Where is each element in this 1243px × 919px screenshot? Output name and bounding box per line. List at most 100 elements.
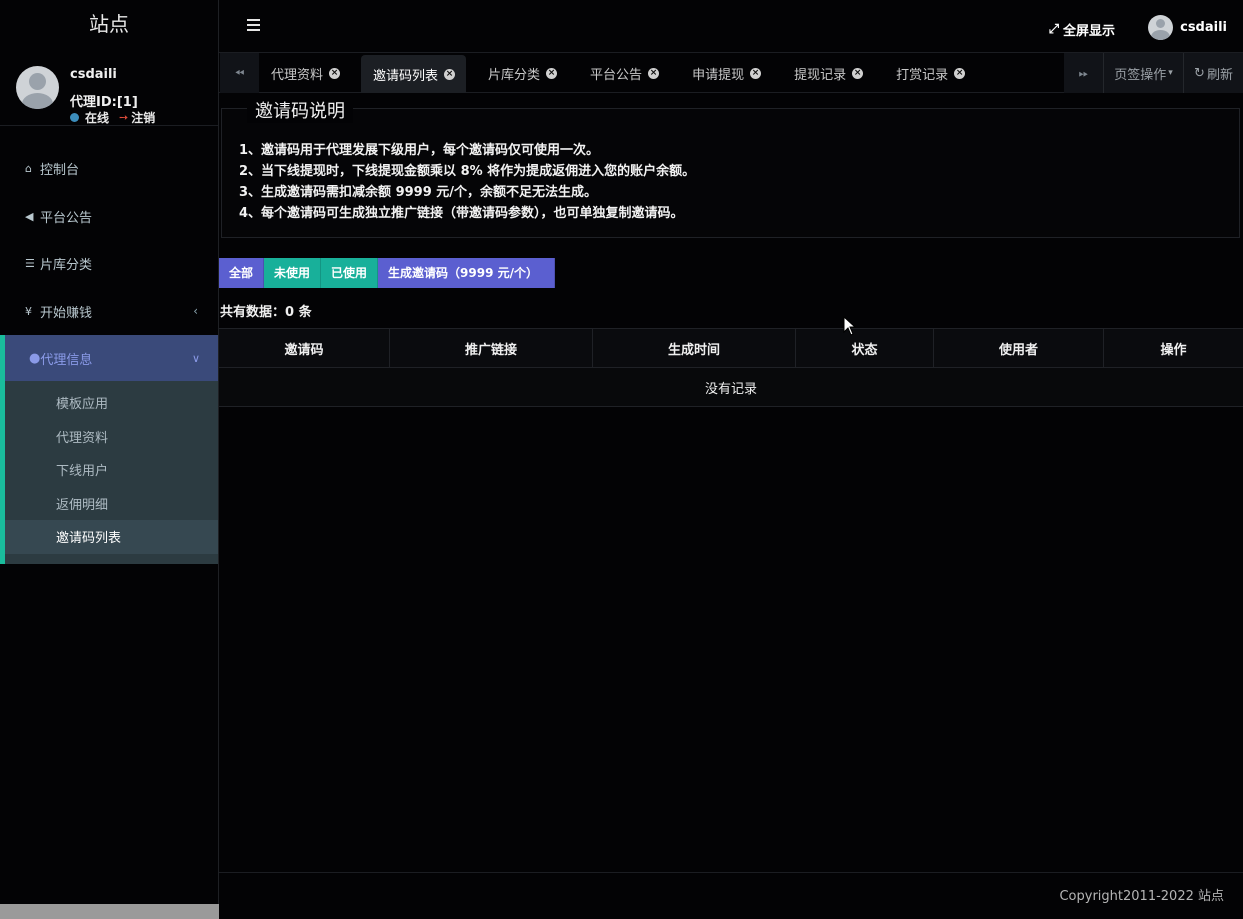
tab-label: 打赏记录 xyxy=(896,67,949,83)
list-icon: ☰ xyxy=(25,257,35,271)
sidebar-item-announcements[interactable]: ◀ 平台公告 xyxy=(0,193,218,241)
header-username[interactable]: csdaili xyxy=(1180,20,1227,35)
tab-agent-profile[interactable]: 代理资料 × xyxy=(259,53,351,93)
online-label[interactable]: 在线 xyxy=(85,109,109,126)
double-chevron-right-icon: ⏩︎ xyxy=(1078,65,1089,80)
tab-label: 平台公告 xyxy=(590,67,643,83)
fullscreen-label: 全屏显示 xyxy=(1062,24,1115,39)
sidebar-item-label: 控制台 xyxy=(40,163,80,179)
double-chevron-left-icon: ⏪︎ xyxy=(234,65,245,80)
top-header: ⤢ 全屏显示 csdaili xyxy=(219,0,1243,52)
tab-withdraw-records[interactable]: 提现记录 × xyxy=(782,53,874,93)
tab-invite-codes[interactable]: 邀请码列表 × xyxy=(361,55,467,93)
chevron-left-icon: ‹ xyxy=(193,304,198,319)
sidebar-item-earn[interactable]: ¥ 开始赚钱 ‹ xyxy=(0,288,218,336)
record-count: 共有数据：0 条 xyxy=(220,305,312,320)
yen-icon: ¥ xyxy=(25,304,32,318)
refresh-label: 刷新 xyxy=(1206,67,1233,83)
column-header-link[interactable]: 推广链接 xyxy=(390,329,593,367)
sidebar-item-downline-users[interactable]: 下线用户 xyxy=(5,453,218,487)
fullscreen-button[interactable]: ⤢ 全屏显示 xyxy=(1049,20,1115,39)
sidebar-item-label: 开始赚钱 xyxy=(40,305,93,321)
sidebar-item-dashboard[interactable]: ⌂ 控制台 xyxy=(0,145,218,193)
tab-label: 申请提现 xyxy=(692,67,745,83)
close-icon[interactable]: × xyxy=(329,67,341,79)
info-line: 1、邀请码用于代理发展下级用户，每个邀请码仅可使用一次。 xyxy=(239,143,600,158)
tab-label: 片库分类 xyxy=(488,67,541,83)
sidebar-item-agent-info[interactable]: ● 代理信息 ∨ xyxy=(5,335,218,381)
main-content: 邀请码说明 1、邀请码用于代理发展下级用户，每个邀请码仅可使用一次。 2、当下线… xyxy=(219,93,1243,872)
sidebar-item-templates[interactable]: 模板应用 xyxy=(5,386,218,420)
close-icon[interactable]: × xyxy=(954,67,966,79)
logout-icon[interactable]: ➙ xyxy=(119,111,128,124)
close-icon[interactable]: × xyxy=(648,67,660,79)
chevron-down-icon: ∨ xyxy=(191,351,200,365)
refresh-icon: ↻ xyxy=(1194,65,1205,81)
generate-invite-code-button[interactable]: 生成邀请码（9999 元/个） xyxy=(378,258,556,288)
empty-row: 没有记录 xyxy=(219,368,1243,407)
column-header-status[interactable]: 状态 xyxy=(796,329,934,367)
close-icon[interactable]: × xyxy=(750,67,762,79)
column-header-code[interactable]: 邀请码 xyxy=(219,329,390,367)
close-icon[interactable]: × xyxy=(852,67,864,79)
sidebar-nav: ⌂ 控制台 ◀ 平台公告 ☰ 片库分类 ¥ 开始赚钱 ‹ ● 代理信息 ∨ 模板… xyxy=(0,145,218,564)
column-header-actions[interactable]: 操作 xyxy=(1104,329,1243,367)
info-line: 4、每个邀请码可生成独立推广链接（带邀请码参数），也可单独复制邀请码。 xyxy=(239,206,684,221)
tab-announcements[interactable]: 平台公告 × xyxy=(578,53,670,93)
home-icon: ⌂ xyxy=(25,162,32,176)
tabs: 代理资料 × 邀请码列表 × 片库分类 × 平台公告 × 申请提现 × 提现记录… xyxy=(259,53,986,93)
filter-unused-button[interactable]: 未使用 xyxy=(264,258,322,288)
sidebar-item-categories[interactable]: ☰ 片库分类 xyxy=(0,240,218,288)
avatar xyxy=(16,66,59,109)
sidebar-group-agent: ● 代理信息 ∨ 模板应用 代理资料 下线用户 返佣明细 邀请码列表 xyxy=(0,335,218,564)
sidebar-item-commission-details[interactable]: 返佣明细 xyxy=(5,487,218,521)
filter-used-button[interactable]: 已使用 xyxy=(321,258,379,288)
user-id: 代理ID:[1] xyxy=(70,95,138,110)
info-lines: 1、邀请码用于代理发展下级用户，每个邀请码仅可使用一次。 2、当下线提现时，下线… xyxy=(239,140,695,224)
sidebar-item-invite-codes[interactable]: 邀请码列表 xyxy=(5,520,218,554)
invite-info-box: 邀请码说明 1、邀请码用于代理发展下级用户，每个邀请码仅可使用一次。 2、当下线… xyxy=(221,97,1240,238)
refresh-button[interactable]: ↻ 刷新 xyxy=(1183,53,1243,93)
caret-down-icon: ▾ xyxy=(1168,68,1173,78)
online-dot-icon xyxy=(70,113,79,122)
filter-bar: 全部 未使用 已使用 生成邀请码（9999 元/个） xyxy=(219,258,556,288)
logout-link[interactable]: 注销 xyxy=(131,109,155,126)
tab-scroll-right-button[interactable]: ⏩︎ xyxy=(1064,53,1103,93)
user-name: csdaili xyxy=(70,67,117,82)
info-line: 2、当下线提现时，下线提现金额乘以 8% 将作为提成返佣进入您的账户余额。 xyxy=(239,164,696,179)
table-header: 邀请码 推广链接 生成时间 状态 使用者 操作 xyxy=(219,328,1243,368)
sidebar-item-label: 代理信息 xyxy=(40,352,93,368)
close-icon[interactable]: × xyxy=(546,67,558,79)
header-avatar[interactable] xyxy=(1148,15,1173,40)
menu-toggle-icon[interactable] xyxy=(247,19,260,34)
sidebar-submenu: 模板应用 代理资料 下线用户 返佣明细 邀请码列表 xyxy=(5,381,218,564)
tab-withdraw-request[interactable]: 申请提现 × xyxy=(680,53,772,93)
tab-tip-records[interactable]: 打赏记录 × xyxy=(884,53,976,93)
user-panel: csdaili 代理ID:[1] 在线 ➙ 注销 xyxy=(16,66,218,126)
site-title[interactable]: 站点 xyxy=(0,0,218,48)
info-title: 邀请码说明 xyxy=(247,97,353,123)
tab-label: 提现记录 xyxy=(794,67,847,83)
column-header-user[interactable]: 使用者 xyxy=(934,329,1104,367)
tab-scroll-left-button[interactable]: ⏪︎ xyxy=(220,53,259,93)
tab-bar: ⏪︎ 代理资料 × 邀请码列表 × 片库分类 × 平台公告 × 申请提现 × 提… xyxy=(219,52,1243,93)
sidebar: 站点 csdaili 代理ID:[1] 在线 ➙ 注销 ⌂ 控制台 ◀ 平台公告… xyxy=(0,0,219,919)
user-icon: ● xyxy=(29,350,41,366)
tab-ops-label: 页签操作 xyxy=(1114,67,1167,83)
user-status: 在线 ➙ 注销 xyxy=(70,109,155,126)
info-line: 3、生成邀请码需扣减余额 9999 元/个，余额不足无法生成。 xyxy=(239,185,598,200)
tab-label: 邀请码列表 xyxy=(373,68,439,84)
column-header-created[interactable]: 生成时间 xyxy=(593,329,796,367)
sidebar-item-agent-profile[interactable]: 代理资料 xyxy=(5,420,218,454)
tab-categories[interactable]: 片库分类 × xyxy=(476,53,568,93)
copyright: Copyright2011-2022 站点 xyxy=(1059,889,1224,904)
bullhorn-icon: ◀ xyxy=(25,209,34,223)
sidebar-scrollbar[interactable] xyxy=(0,904,219,919)
invite-code-table: 邀请码 推广链接 生成时间 状态 使用者 操作 没有记录 xyxy=(219,328,1243,407)
tab-operations-dropdown[interactable]: 页签操作 ▾ xyxy=(1103,53,1183,93)
footer: Copyright2011-2022 站点 xyxy=(219,872,1243,919)
filter-all-button[interactable]: 全部 xyxy=(219,258,265,288)
close-icon[interactable]: × xyxy=(444,68,456,80)
sidebar-item-label: 片库分类 xyxy=(40,258,93,274)
mouse-cursor-icon xyxy=(843,316,857,336)
